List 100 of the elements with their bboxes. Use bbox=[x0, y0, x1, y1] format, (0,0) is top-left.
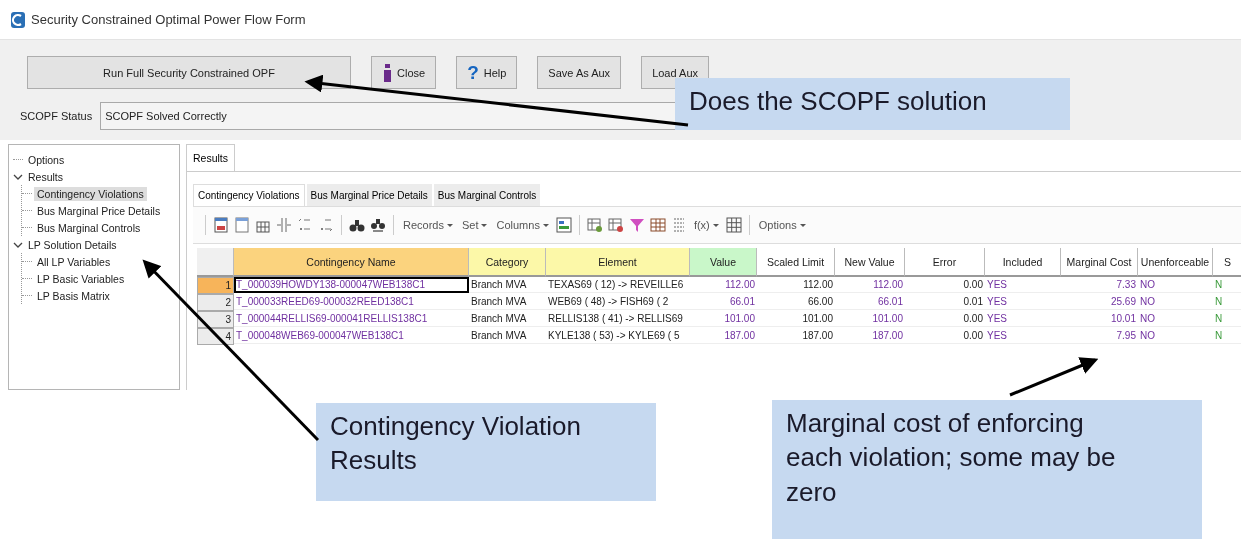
caret-icon bbox=[446, 223, 453, 227]
table-cell: T_000048WEB69-000047WEB138C1 bbox=[234, 328, 469, 344]
tab[interactable]: Bus Marginal Price Details bbox=[306, 184, 432, 206]
table-cell: YES bbox=[985, 277, 1061, 293]
menu-button[interactable]: Set bbox=[459, 219, 490, 231]
info-icon bbox=[382, 63, 392, 82]
table-cell: RELLIS138 ( 41) -> RELLIS69 bbox=[546, 311, 690, 327]
toolbar-button[interactable]: Save As Aux bbox=[537, 56, 622, 89]
table-cell: 25.69 bbox=[1061, 294, 1138, 310]
blank-form-icon[interactable] bbox=[234, 217, 250, 233]
table-cell: 66.01 bbox=[690, 294, 757, 310]
column-header[interactable]: New Value bbox=[835, 248, 905, 277]
tree-item[interactable]: Bus Marginal Controls bbox=[34, 220, 144, 235]
table-cell: KYLE138 ( 53) -> KYLE69 ( 5 bbox=[546, 328, 690, 344]
table-cell: NO bbox=[1138, 277, 1213, 293]
callout-tooltip: Marginal cost of enforcing each violation; some may be zero bbox=[772, 400, 1202, 539]
corner-header[interactable] bbox=[197, 248, 234, 277]
toolbar-button[interactable]: ? Help bbox=[456, 56, 518, 89]
table-cell: N bbox=[1213, 277, 1241, 293]
callout-tooltip: Does the SCOPF solution bbox=[675, 78, 1070, 130]
row-header[interactable]: 2 bbox=[197, 294, 234, 311]
tree-item[interactable]: LP Basic Variables bbox=[34, 271, 128, 286]
filter-icon[interactable] bbox=[628, 217, 645, 233]
tab[interactable]: Contingency Violations bbox=[193, 184, 305, 206]
toolbar-button[interactable]: Close bbox=[371, 56, 437, 89]
callout-tooltip: Contingency Violation Results bbox=[316, 403, 656, 501]
toolbar-button[interactable]: Run Full Security Constrained OPF bbox=[27, 56, 351, 89]
table-cell: 112.00 bbox=[690, 277, 757, 293]
row-header[interactable]: 3 bbox=[197, 311, 234, 328]
tree-item[interactable]: Contingency Violations bbox=[34, 186, 147, 201]
column-header[interactable]: Element bbox=[546, 248, 690, 277]
table-cell: 0.01 bbox=[905, 294, 985, 310]
menu-button[interactable]: Options bbox=[756, 219, 808, 231]
field-label: SCOPF Status bbox=[20, 110, 93, 122]
menu-button[interactable]: f(x) bbox=[691, 219, 721, 231]
tab[interactable]: Results bbox=[186, 144, 235, 171]
table-cell: NO bbox=[1138, 328, 1213, 344]
table-cell: Branch MVA bbox=[469, 294, 546, 310]
column-header[interactable]: Contingency Name bbox=[234, 248, 469, 277]
column-header[interactable]: Error bbox=[905, 248, 985, 277]
tree-item[interactable]: LP Basis Matrix bbox=[34, 288, 113, 303]
table-cell: 66.01 bbox=[835, 294, 905, 310]
tree-item[interactable]: Bus Marginal Price Details bbox=[34, 203, 164, 218]
table-cell: 0.00 bbox=[905, 311, 985, 327]
caret-icon bbox=[712, 223, 719, 227]
table-cell: 187.00 bbox=[690, 328, 757, 344]
table-cell: 187.00 bbox=[757, 328, 835, 344]
grid-icon[interactable] bbox=[725, 217, 742, 233]
row-header[interactable]: 1 bbox=[197, 277, 234, 294]
table-cell: T_000039HOWDY138-000047WEB138C1 bbox=[234, 277, 469, 293]
table-cell: 101.00 bbox=[690, 311, 757, 327]
caret-icon bbox=[799, 223, 806, 227]
table-cell: 0.00 bbox=[905, 277, 985, 293]
table-cell: Branch MVA bbox=[469, 311, 546, 327]
table-add-icon[interactable] bbox=[586, 217, 603, 233]
column-header[interactable]: Marginal Cost bbox=[1061, 248, 1138, 277]
window-title: Security Constrained Optimal Power Flow Form bbox=[31, 12, 306, 27]
table-cell: 66.00 bbox=[757, 294, 835, 310]
tab[interactable]: Bus Marginal Controls bbox=[433, 184, 541, 206]
table-cell: 187.00 bbox=[835, 328, 905, 344]
tree-item[interactable]: All LP Variables bbox=[34, 254, 114, 269]
tree-item[interactable]: LP Solution Details bbox=[25, 237, 120, 252]
table-remove-icon[interactable] bbox=[607, 217, 624, 233]
table-cell: Branch MVA bbox=[469, 277, 546, 293]
table-cell: T_000044RELLIS69-000041RELLIS138C1 bbox=[234, 311, 469, 327]
column-header[interactable]: Value bbox=[690, 248, 757, 277]
table-cell: 112.00 bbox=[835, 277, 905, 293]
binoculars-icon[interactable] bbox=[349, 217, 365, 233]
caret-icon bbox=[542, 223, 549, 227]
grid-icon[interactable] bbox=[649, 217, 666, 233]
table-cell: 7.95 bbox=[1061, 328, 1138, 344]
table-cell: 10.01 bbox=[1061, 311, 1138, 327]
column-header[interactable]: Included bbox=[985, 248, 1061, 277]
binoculars-icon[interactable] bbox=[370, 217, 386, 233]
column-header[interactable]: Scaled Limit bbox=[757, 248, 835, 277]
table-cell: 7.33 bbox=[1061, 277, 1138, 293]
table-cell: N bbox=[1213, 294, 1241, 310]
table-cell: YES bbox=[985, 294, 1061, 310]
tree-item[interactable]: Options bbox=[25, 152, 68, 167]
table-options-icon[interactable] bbox=[555, 217, 572, 233]
menu-button[interactable]: Records bbox=[401, 219, 455, 231]
menu-button[interactable]: Columns bbox=[494, 219, 551, 231]
tree-item[interactable]: Results bbox=[25, 169, 66, 184]
app-logo-icon bbox=[10, 10, 26, 29]
column-header[interactable]: Category bbox=[469, 248, 546, 277]
table-cell: 112.00 bbox=[757, 277, 835, 293]
table-cell: 0.00 bbox=[905, 328, 985, 344]
form-icon[interactable] bbox=[213, 217, 229, 233]
table-cell: N bbox=[1213, 311, 1241, 327]
table-cell: T_000033REED69-000032REED138C1 bbox=[234, 294, 469, 310]
table-cell: 101.00 bbox=[835, 311, 905, 327]
table-cell: NO bbox=[1138, 294, 1213, 310]
column-header[interactable]: Unenforceable bbox=[1138, 248, 1213, 277]
table-cell: N bbox=[1213, 328, 1241, 344]
table-cell: WEB69 ( 48) -> FISH69 ( 2 bbox=[546, 294, 690, 310]
table-cell: Branch MVA bbox=[469, 328, 546, 344]
table-cell: NO bbox=[1138, 311, 1213, 327]
caret-icon bbox=[481, 223, 488, 227]
table-cell: YES bbox=[985, 328, 1061, 344]
column-split-icon[interactable] bbox=[276, 217, 292, 233]
